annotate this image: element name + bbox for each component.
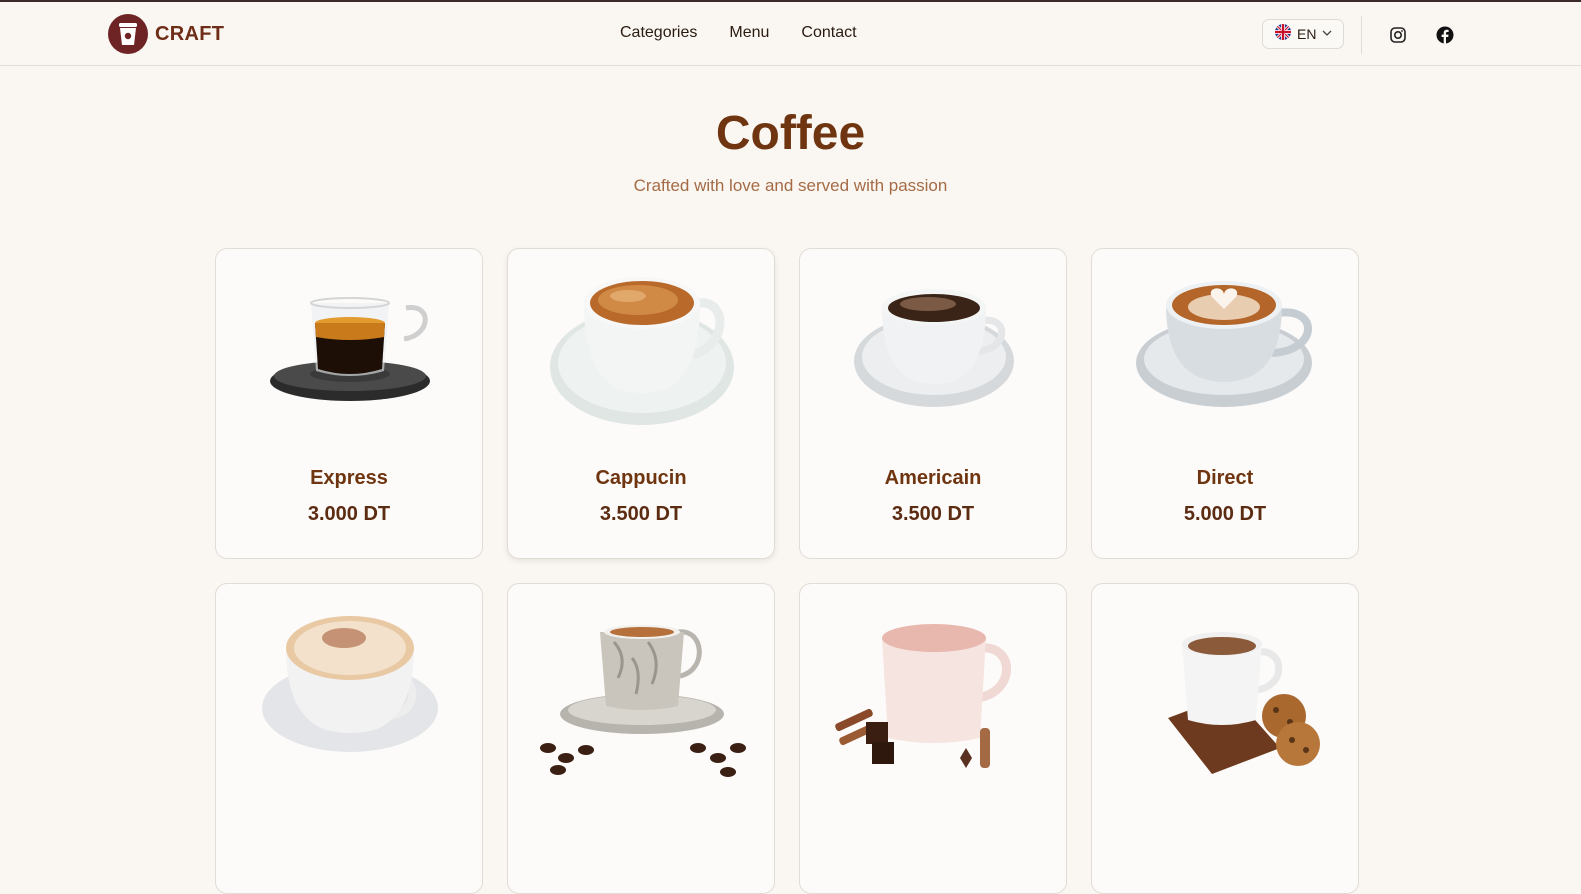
product-card[interactable] xyxy=(799,583,1067,894)
product-grid: Express 3.000 DT Cappucin 3.500 DT Ameri… xyxy=(215,248,1359,894)
product-name: Express xyxy=(310,467,388,489)
chocolate-drink-cup-image xyxy=(820,598,1048,784)
product-card[interactable]: Americain 3.500 DT xyxy=(799,248,1067,559)
instagram-icon[interactable] xyxy=(1389,26,1407,44)
chevron-down-icon xyxy=(1322,25,1332,43)
product-card[interactable] xyxy=(215,583,483,894)
nav-categories[interactable]: Categories xyxy=(620,24,697,42)
coffee-cup-logo-icon xyxy=(108,14,148,54)
header-divider xyxy=(1361,16,1362,54)
language-code: EN xyxy=(1297,26,1317,42)
page-subtitle: Crafted with love and served with passio… xyxy=(633,176,948,195)
language-selector[interactable]: EN xyxy=(1262,19,1344,49)
latte-art-cup-image xyxy=(1112,263,1340,449)
brand-logo[interactable]: CRAFT xyxy=(108,14,224,54)
main-nav: Categories Menu Contact xyxy=(620,24,857,42)
cappuccino-cocoa-cup-image xyxy=(236,598,464,784)
product-name: Cappucin xyxy=(595,467,687,489)
nav-contact[interactable]: Contact xyxy=(801,24,856,42)
product-price: 3.500 DT xyxy=(891,503,975,525)
product-name: Direct xyxy=(1196,467,1254,489)
brand-name: CRAFT xyxy=(155,22,225,45)
product-price: 5.000 DT xyxy=(1183,503,1267,525)
site-header: CRAFT Categories Menu Contact EN xyxy=(0,2,1581,66)
americano-cup-image xyxy=(820,263,1048,449)
product-card[interactable]: Direct 5.000 DT xyxy=(1091,248,1359,559)
tea-with-cookies-cup-image xyxy=(1112,598,1340,784)
product-name: Americain xyxy=(884,467,982,489)
product-card[interactable] xyxy=(1091,583,1359,894)
facebook-icon[interactable] xyxy=(1436,26,1454,44)
product-card[interactable]: Express 3.000 DT xyxy=(215,248,483,559)
turkish-coffee-cup-image xyxy=(528,598,756,784)
page-title: Coffee xyxy=(715,107,866,160)
product-card[interactable] xyxy=(507,583,775,894)
product-price: 3.500 DT xyxy=(599,503,683,525)
uk-flag-icon xyxy=(1275,23,1291,45)
product-price: 3.000 DT xyxy=(307,503,391,525)
espresso-glass-cup-image xyxy=(236,263,464,449)
nav-menu[interactable]: Menu xyxy=(729,24,769,42)
cappuccino-cup-image xyxy=(528,263,756,449)
product-card[interactable]: Cappucin 3.500 DT xyxy=(507,248,775,559)
